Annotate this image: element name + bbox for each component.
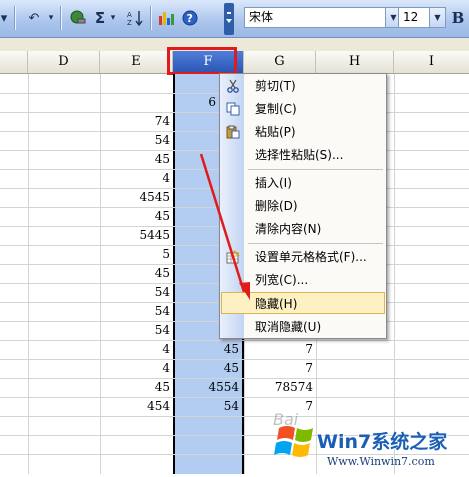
watermark-brand: Win7系统之家 — [317, 431, 448, 453]
watermark-url: Www.Winwin7.com — [327, 455, 435, 468]
annotation-red-arrow — [199, 153, 250, 300]
watermark: Bai Win7系统之家 Www.Winwin7.com — [273, 410, 469, 474]
